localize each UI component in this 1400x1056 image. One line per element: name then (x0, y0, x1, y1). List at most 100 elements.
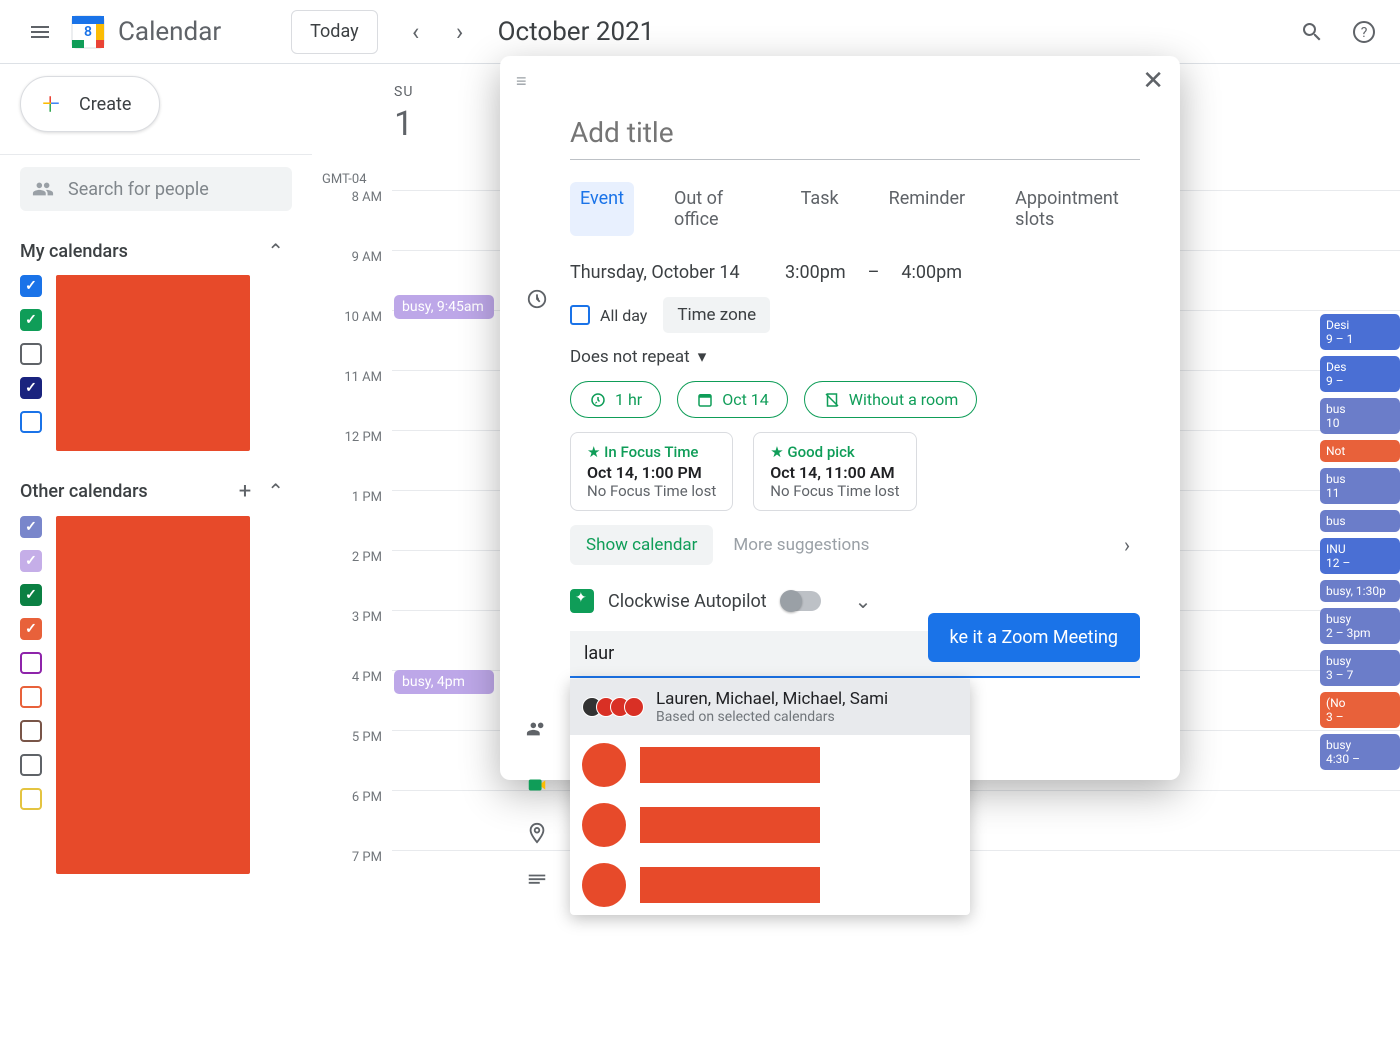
search-icon (1300, 20, 1324, 44)
tab-reminder[interactable]: Reminder (879, 182, 976, 236)
calendar-event[interactable]: busy, 4pm (394, 670, 494, 694)
suggestion-subtitle: Based on selected calendars (656, 709, 888, 725)
calendar-checkbox[interactable] (20, 275, 42, 297)
all-day-label: All day (600, 306, 647, 325)
show-calendar-button[interactable]: Show calendar (570, 525, 713, 565)
calendar-checkbox[interactable] (20, 309, 42, 331)
calendar-checkbox[interactable] (20, 584, 42, 606)
menu-icon (28, 20, 52, 44)
calendar-checkbox[interactable] (20, 618, 42, 640)
create-button[interactable]: Create (20, 76, 160, 132)
video-conference-icon[interactable] (526, 774, 548, 800)
current-period-label[interactable]: October 2021 (498, 17, 655, 47)
day-number: 1 (394, 104, 413, 144)
svg-text:?: ? (1361, 25, 1368, 41)
event-date[interactable]: Thursday, October 14 (570, 262, 740, 283)
clockwise-icon (570, 589, 594, 613)
add-calendar-icon[interactable]: + (239, 479, 251, 504)
close-button[interactable]: ✕ (1142, 66, 1164, 96)
calendar-checkbox[interactable] (20, 788, 42, 810)
chevron-up-icon: ⌃ (267, 239, 284, 263)
event-datetime[interactable]: Thursday, October 14 3:00pm – 4:00pm (570, 262, 1140, 283)
chevron-down-icon[interactable]: ⌄ (855, 589, 872, 613)
calendar-event[interactable]: Not (1320, 440, 1400, 462)
time-suggestion-card[interactable]: ★ In Focus TimeOct 14, 1:00 PMNo Focus T… (570, 432, 733, 511)
chevron-right-icon[interactable]: › (1124, 533, 1130, 557)
calendar-event[interactable]: bus (1320, 510, 1400, 532)
clockwise-chips: 1 hr Oct 14 Without a room (570, 381, 1140, 418)
app-logo[interactable]: 8 Calendar (68, 12, 221, 52)
avatar-group (582, 697, 644, 717)
hour-label: 2 PM (304, 550, 392, 610)
my-calendars-title: My calendars (20, 241, 128, 262)
day-column-header[interactable]: SU 1 (394, 84, 413, 144)
calendar-event[interactable]: bus10 (1320, 398, 1400, 434)
event-end-time[interactable]: 4:00pm (901, 262, 962, 283)
calendar-checkbox[interactable] (20, 754, 42, 776)
divider (0, 154, 312, 155)
recurrence-label: Does not repeat (570, 347, 690, 367)
next-period[interactable]: › (442, 14, 478, 50)
calendar-event[interactable]: Desi9 – 1 (1320, 314, 1400, 350)
zoom-meeting-button[interactable]: ke it a Zoom Meeting (928, 613, 1140, 662)
hour-label: 3 PM (304, 610, 392, 670)
other-calendars-title: Other calendars (20, 481, 148, 502)
chip-clock[interactable]: 1 hr (570, 381, 661, 418)
today-button[interactable]: Today (291, 10, 377, 54)
calendar-checkbox[interactable] (20, 550, 42, 572)
guests-icon (526, 718, 548, 744)
tab-appointment-slots[interactable]: Appointment slots (1005, 182, 1140, 236)
calendar-checkbox[interactable] (20, 686, 42, 708)
hamburger-menu[interactable] (16, 8, 64, 56)
calendar-checkbox[interactable] (20, 720, 42, 742)
guest-suggestion-group[interactable]: Lauren, Michael, Michael, Sami Based on … (570, 679, 970, 735)
tab-out-of-office[interactable]: Out of office (664, 182, 761, 236)
help-button[interactable]: ? (1344, 12, 1384, 52)
prev-period[interactable]: ‹ (398, 14, 434, 50)
time-suggestion-card[interactable]: ★ Good pickOct 14, 11:00 AMNo Focus Time… (753, 432, 916, 511)
event-start-time[interactable]: 3:00pm (785, 262, 846, 283)
calendar-event[interactable]: busy4:30 – (1320, 734, 1400, 770)
hour-label: 11 AM (304, 370, 392, 430)
drag-handle-icon[interactable]: ≡ (516, 71, 529, 92)
calendar-logo-icon: 8 (68, 12, 108, 52)
calendar-event[interactable]: busy, 9:45am (394, 295, 494, 319)
guest-suggestion-redacted[interactable] (570, 855, 970, 915)
header: 8 Calendar Today ‹ › October 2021 ? (0, 0, 1400, 64)
calendar-checkbox[interactable] (20, 516, 42, 538)
calendar-checkbox[interactable] (20, 411, 42, 433)
tab-task[interactable]: Task (791, 182, 849, 236)
calendar-event[interactable]: bus11 (1320, 468, 1400, 504)
calendar-event[interactable]: INU12 – (1320, 538, 1400, 574)
create-event-modal: ≡ ✕ Event Out of office Task Reminder Appoin… (500, 56, 1180, 780)
plus-icon (37, 90, 65, 118)
calendar-checkbox[interactable] (20, 377, 42, 399)
chip-calendar[interactable]: Oct 14 (677, 381, 788, 418)
calendar-event[interactable]: Des9 – (1320, 356, 1400, 392)
location-icon[interactable] (526, 822, 548, 848)
chip-room[interactable]: Without a room (804, 381, 978, 418)
calendar-event[interactable]: (No3 – (1320, 692, 1400, 728)
description-icon[interactable] (526, 870, 548, 896)
day-of-week: SU (394, 84, 413, 100)
autopilot-toggle[interactable] (781, 591, 821, 611)
calendar-event[interactable]: busy, 1:30p (1320, 580, 1400, 602)
calendar-checkbox[interactable] (20, 343, 42, 365)
calendar-event[interactable]: busy3 – 7 (1320, 650, 1400, 686)
redacted-calendar-names (56, 275, 250, 451)
search-button[interactable] (1292, 12, 1332, 52)
calendar-checkbox[interactable] (20, 652, 42, 674)
more-suggestions-button[interactable]: More suggestions (733, 535, 869, 555)
search-people-input[interactable]: Search for people (20, 167, 292, 211)
create-button-label: Create (79, 94, 131, 115)
other-calendars-header[interactable]: Other calendars + ⌃ (20, 479, 292, 504)
recurrence-dropdown[interactable]: Does not repeat ▾ (570, 347, 1140, 367)
event-title-input[interactable] (570, 110, 1140, 160)
all-day-checkbox[interactable]: All day (570, 305, 647, 325)
timezone-button[interactable]: Time zone (663, 297, 770, 333)
guest-suggestion-redacted[interactable] (570, 735, 970, 795)
calendar-event[interactable]: busy2 – 3pm (1320, 608, 1400, 644)
guest-suggestion-redacted[interactable] (570, 795, 970, 855)
my-calendars-header[interactable]: My calendars ⌃ (20, 239, 292, 263)
tab-event[interactable]: Event (570, 182, 634, 236)
